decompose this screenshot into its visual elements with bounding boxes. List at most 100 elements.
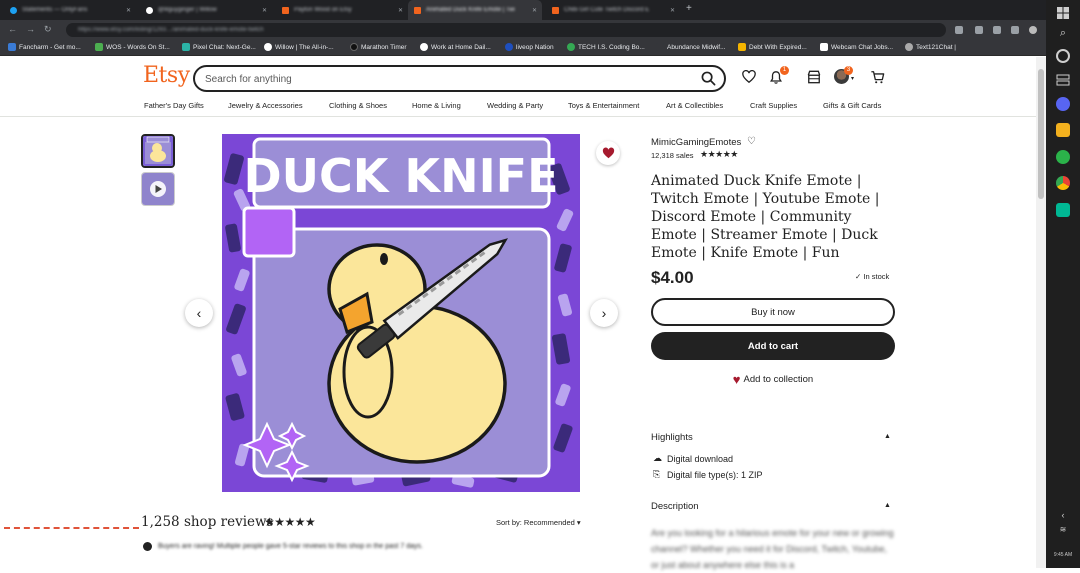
bookmark-item[interactable]: Webcam Chat Jobs...: [820, 43, 893, 51]
windows-start-icon[interactable]: [1056, 6, 1070, 20]
shop-name-link[interactable]: MimicGamingEmotes: [651, 137, 741, 148]
review-alert: Buyers are raving! Multiple people gave …: [143, 542, 423, 551]
shop-manager-icon[interactable]: [807, 70, 821, 89]
bookmark-label: Debt With Expired...: [749, 43, 807, 51]
close-icon[interactable]: ✕: [126, 7, 131, 14]
next-image-button[interactable]: ›: [590, 299, 618, 327]
extension-icon[interactable]: [975, 26, 983, 34]
discord-icon[interactable]: [1056, 97, 1070, 111]
buy-now-button[interactable]: Buy it now: [651, 298, 895, 326]
category-link[interactable]: Toys & Entertainment: [568, 101, 639, 110]
search-bar[interactable]: [193, 65, 726, 92]
browser-tab[interactable]: Chibi Girl Cute Twitch Discord E ✕: [546, 0, 680, 20]
address-bar[interactable]: https://www.etsy.com/listing/1293…/anima…: [66, 23, 946, 37]
bookmark-item[interactable]: Pixel Chat: Next-Ge...: [182, 43, 256, 51]
category-link[interactable]: Craft Supplies: [750, 101, 797, 110]
description-header[interactable]: Description: [651, 501, 699, 512]
highlight-text: Digital file type(s): 1 ZIP: [667, 469, 763, 480]
close-icon[interactable]: ✕: [532, 7, 537, 14]
chevron-up-icon[interactable]: ▲: [884, 433, 891, 440]
extension-icon[interactable]: [993, 26, 1001, 34]
forward-icon[interactable]: →: [26, 24, 35, 34]
category-link[interactable]: Art & Collectibles: [666, 101, 723, 110]
tab-favicon-icon: [10, 6, 17, 14]
clock[interactable]: 9:45 AM: [1050, 552, 1076, 558]
thumbnail-image[interactable]: [141, 134, 175, 168]
rating-stars[interactable]: ★★★★★: [700, 149, 738, 160]
bookmark-item[interactable]: Text121Chat |: [905, 43, 956, 51]
add-to-collection-button[interactable]: ♥ Add to collection: [651, 370, 895, 388]
bookmark-item[interactable]: Debt With Expired...: [738, 43, 807, 51]
browser-tab[interactable]: @lilguyginger | Willow ✕: [140, 0, 272, 20]
category-link[interactable]: Clothing & Shoes: [329, 101, 387, 110]
search-input[interactable]: [205, 71, 675, 87]
etsy-logo[interactable]: Etsy: [143, 63, 190, 88]
close-icon[interactable]: ✕: [670, 7, 675, 14]
bookmark-item[interactable]: Abundance Midwif...: [656, 43, 726, 51]
bookmark-item[interactable]: Fancharm - Get mo...: [8, 43, 81, 51]
new-tab-icon[interactable]: +: [686, 3, 692, 14]
upwork-icon[interactable]: [1056, 150, 1070, 164]
decorative-divider: [4, 527, 139, 529]
bookmark-label: WOS - Words On St...: [106, 43, 170, 51]
chevron-up-icon[interactable]: ▲: [884, 502, 891, 509]
bookmark-favicon-icon: [8, 43, 16, 51]
bookmark-item[interactable]: Marathon Timer: [350, 43, 407, 51]
scrollbar[interactable]: [1036, 57, 1046, 568]
chrome-icon[interactable]: [1056, 176, 1070, 190]
tab-title: Payton Wood on Etsy: [294, 7, 352, 13]
browser-tab-active[interactable]: Animated Duck Knife Emote | Twi ✕: [408, 0, 542, 20]
bookmark-item[interactable]: Willow | The All-in-...: [264, 43, 334, 51]
scrollbar-thumb[interactable]: [1038, 69, 1044, 199]
bookmark-favicon-icon: [182, 43, 190, 51]
bookmark-item[interactable]: liveop Nation: [505, 43, 554, 51]
back-icon[interactable]: ←: [8, 24, 17, 34]
tab-title: Statements — OnlyFans: [22, 7, 88, 13]
follow-shop-heart-icon[interactable]: ♡: [747, 136, 756, 147]
chevron-left-icon[interactable]: ‹: [1056, 510, 1070, 524]
cart-icon[interactable]: [870, 70, 885, 89]
cortana-icon[interactable]: [1056, 49, 1070, 63]
favorites-heart-icon[interactable]: [742, 69, 756, 89]
download-icon: ☁: [653, 453, 662, 463]
bookmark-item[interactable]: WOS - Words On St...: [95, 43, 170, 51]
bookmark-favicon-icon: [95, 43, 103, 51]
extension-icon[interactable]: [955, 26, 963, 34]
close-icon[interactable]: ✕: [262, 7, 267, 14]
product-image[interactable]: DUCK KNIFE: [222, 134, 580, 492]
bookmark-favicon-icon: [656, 43, 664, 51]
chevron-right-icon: ›: [601, 305, 607, 321]
highlights-header[interactable]: Highlights: [651, 432, 693, 443]
file-explorer-icon[interactable]: [1056, 123, 1070, 137]
category-link[interactable]: Wedding & Party: [487, 101, 543, 110]
previous-image-button[interactable]: ‹: [185, 299, 213, 327]
wifi-icon[interactable]: ≋: [1056, 525, 1070, 539]
profile-icon[interactable]: [1029, 26, 1037, 34]
category-link[interactable]: Gifts & Gift Cards: [823, 101, 881, 110]
category-link[interactable]: Home & Living: [412, 101, 461, 110]
bookmark-item[interactable]: Work at Home Dail...: [420, 43, 491, 51]
sort-dropdown[interactable]: Sort by: Recommended ▾: [496, 518, 581, 527]
add-to-collection-label: Add to collection: [743, 373, 814, 385]
bookmark-item[interactable]: TECH I.S. Coding Bo...: [567, 43, 645, 51]
extension-icon[interactable]: [1011, 26, 1019, 34]
bookmark-label: Marathon Timer: [361, 43, 407, 51]
highlight-item: ☁ Digital download: [653, 453, 733, 464]
add-to-cart-button[interactable]: Add to cart: [651, 332, 895, 360]
bookmark-label: liveop Nation: [516, 43, 554, 51]
search-icon[interactable]: [701, 71, 716, 91]
category-link[interactable]: Father's Day Gifts: [144, 101, 204, 110]
bookmark-label: Work at Home Dail...: [431, 43, 491, 51]
category-link[interactable]: Jewelry & Accessories: [228, 101, 303, 110]
browser-tab[interactable]: Payton Wood on Etsy ✕: [276, 0, 408, 20]
browser-tab[interactable]: Statements — OnlyFans ✕: [4, 0, 136, 20]
chevron-down-icon[interactable]: ▾: [851, 75, 854, 82]
video-thumbnail[interactable]: [141, 172, 175, 206]
reload-icon[interactable]: ↻: [44, 24, 52, 35]
search-icon[interactable]: ⌕: [1056, 27, 1070, 41]
favorite-button[interactable]: [596, 141, 620, 165]
close-icon[interactable]: ✕: [398, 7, 403, 14]
app-icon[interactable]: [1056, 203, 1070, 217]
task-view-icon[interactable]: [1056, 73, 1070, 87]
tab-favicon-icon: [414, 6, 421, 14]
